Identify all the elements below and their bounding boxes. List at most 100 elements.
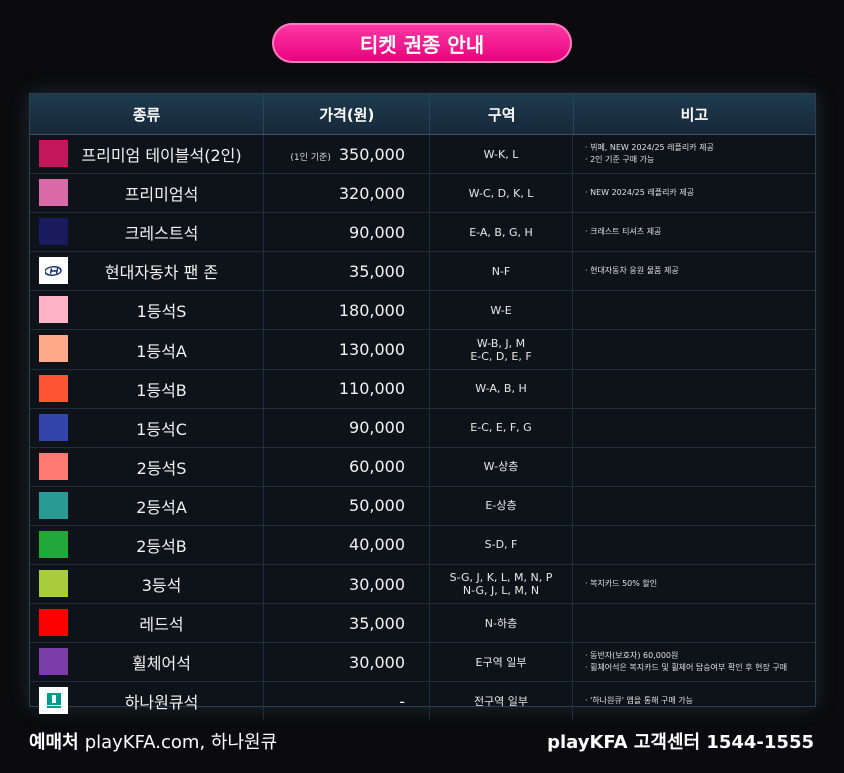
zone-line: W-K, L [483,147,519,161]
table-row: 휠체어석 30,000 E구역 일부 · 동반자(보호자) 60,000원 · 휠체어석… [30,643,815,683]
zone-line: N-F [491,264,511,278]
notes-cell: · 뷔페, NEW 2024/25 레플리카 제공 · 2인 기준 구매 가능 [573,135,815,173]
notes-cell [573,409,815,447]
price-cell: 35,000 [264,252,430,291]
zone-cell: W-B, J, M E-C, D, E, F [430,330,573,369]
notes-text: · 현대자동차 응원 물품 제공 [573,265,815,277]
zone-text: E-상층 [430,499,572,512]
type-cell: 1등석C [30,408,264,447]
price-value: 60,000 [264,457,429,476]
footer-contact: playKFA 고객센터 1544-1555 [547,732,814,753]
zone-cell: W-C, D, K, L [430,174,573,213]
price-cell: 110,000 [264,369,430,408]
hana-one-q-logo-icon [39,687,68,715]
zone-text: N-F [430,265,572,278]
price-cell: 60,000 [264,447,430,486]
zone-cell: S-G, J, K, L, M, N, P N-G, J, L, M, N [430,565,573,604]
table-row: 1등석B 110,000 W-A, B, H [30,369,815,409]
table-row: 2등석A 50,000 E-상층 [30,486,815,526]
zone-line: W-A, B, H [475,382,527,396]
zone-cell: E-C, E, F, G [430,408,573,447]
price-value: 50,000 [264,496,429,515]
price-value: 90,000 [264,223,429,242]
zone-text: W-A, B, H [430,382,572,395]
price-value: 35,000 [264,614,429,633]
type-cell: 프리미엄 테이블석(2인) [30,135,264,174]
price-value: 30,000 [264,653,429,672]
price-amount: 30,000 [349,652,405,672]
price-value: 180,000 [264,301,429,320]
zone-cell: E-A, B, G, H [430,213,573,252]
price-cell: 35,000 [264,604,430,643]
table-row: 현대자동차 팬 존 35,000 N-F · 현대자동차 응원 물품 제공 [30,252,815,292]
note-line: · 2인 기준 구매 가능 [585,155,655,165]
table-row: 프리미엄석 320,000 W-C, D, K, L · NEW 2024/25 레플… [30,174,815,214]
notes-cell [573,526,815,564]
price-amount: 50,000 [349,496,405,516]
zone-line: S-G, J, K, L, M, N, P [449,571,553,585]
type-cell: 2등석S [30,447,264,486]
type-cell: 현대자동차 팬 존 [30,252,264,291]
table-body: 프리미엄 테이블석(2인) (1인 기준) 350,000 W-K, L · 뷔페, N… [30,135,815,721]
footer-vendor-label: 예매처 [29,732,79,753]
type-cell: 2등석A [30,486,264,525]
notes-text: · 복지카드 50% 할인 [573,578,815,590]
ticket-table: 종류 가격(원) 구역 비고 프리미엄 테이블석(2인) (1인 기준) 350,0… [29,93,816,721]
zone-cell: W-E [430,291,573,330]
price-value: 90,000 [264,418,429,437]
zone-line: W-E [490,303,512,317]
price-value: 110,000 [264,379,429,398]
zone-text: W-상층 [430,460,572,473]
zone-cell: N-F [430,252,573,291]
type-cell: 프리미엄석 [30,174,264,213]
color-swatch [39,570,68,598]
price-cell: 130,000 [264,330,430,369]
color-swatch [39,179,68,207]
type-cell: 크레스트석 [30,213,264,252]
zone-text: W-K, L [430,148,572,161]
type-cell: 레드석 [30,604,264,643]
zone-cell: E구역 일부 [430,643,573,682]
zone-text: W-B, J, M E-C, D, E, F [430,337,572,363]
type-cell: 1등석S [30,291,264,330]
zone-cell: E-상층 [430,486,573,525]
table-row: 1등석A 130,000 W-B, J, M E-C, D, E, F [30,330,815,370]
price-value: (1인 기준) 350,000 [264,145,429,164]
color-swatch [39,491,68,519]
price-value: 320,000 [264,184,429,203]
type-cell: 3등석 [30,565,264,604]
zone-line: S-D, F [484,538,518,552]
hyundai-logo-icon [39,257,68,285]
zone-text: E구역 일부 [430,656,572,669]
note-line: · 복지카드 50% 할인 [585,579,658,589]
table-row: 2등석S 60,000 W-상층 [30,447,815,487]
color-swatch [39,374,68,402]
note-line: · NEW 2024/25 레플리카 제공 [585,188,695,198]
page-title: 티켓 권종 안내 [272,23,572,63]
color-swatch [39,335,68,363]
zone-cell: W-A, B, H [430,369,573,408]
note-line: · 현대자동차 응원 물품 제공 [585,266,679,276]
zone-text: S-G, J, K, L, M, N, P N-G, J, L, M, N [430,571,572,597]
zone-text: E-C, E, F, G [430,421,572,434]
price-cell: 30,000 [264,565,430,604]
type-cell: 휠체어석 [30,643,264,682]
type-cell: 2등석B [30,525,264,565]
zone-line: W-C, D, K, L [468,186,534,200]
zone-text: 전구역 일부 [430,695,572,708]
price-value: 30,000 [264,575,429,594]
zone-cell: W-상층 [430,447,573,486]
notes-cell [573,291,815,329]
table-row: 레드석 35,000 N-하층 [30,604,815,644]
notes-cell: · 현대자동차 응원 물품 제공 [573,252,815,290]
zone-text: N-하층 [430,617,572,630]
price-amount: 35,000 [349,613,405,633]
zone-line: E-C, D, E, F [470,349,532,363]
table-row: 1등석S 180,000 W-E [30,291,815,331]
price-amount: 130,000 [338,340,405,360]
price-amount: 180,000 [338,300,405,320]
zone-text: E-A, B, G, H [430,226,572,239]
notes-cell: · 동반자(보호자) 60,000원 · 휠체어석은 복지카드 및 휠체어 탑승여… [573,643,815,681]
table-header: 종류 가격(원) 구역 비고 [30,94,815,135]
price-cell: (1인 기준) 350,000 [264,135,430,174]
